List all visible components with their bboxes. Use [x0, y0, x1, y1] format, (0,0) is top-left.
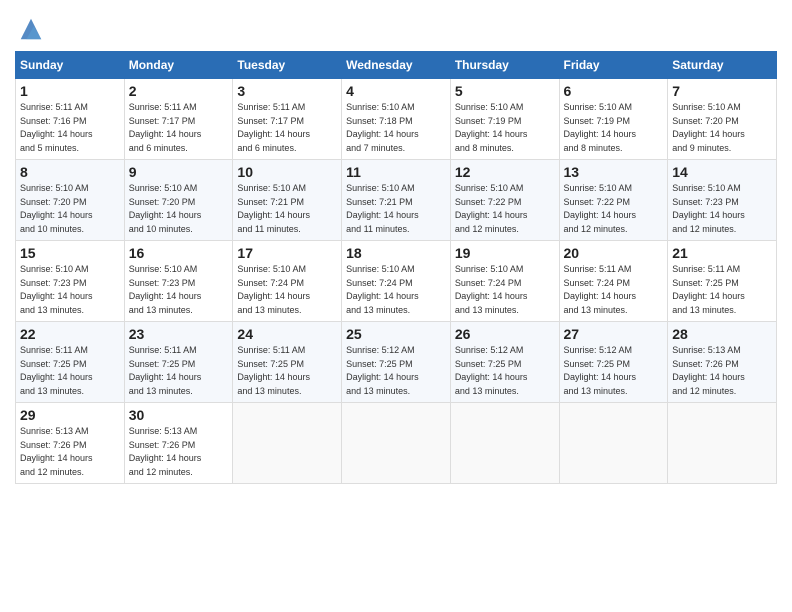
calendar-day-25: 25Sunrise: 5:12 AMSunset: 7:25 PMDayligh…	[342, 322, 451, 403]
empty-cell	[450, 403, 559, 484]
calendar-day-4: 4Sunrise: 5:10 AMSunset: 7:18 PMDaylight…	[342, 79, 451, 160]
calendar-day-6: 6Sunrise: 5:10 AMSunset: 7:19 PMDaylight…	[559, 79, 668, 160]
calendar-week-4: 22Sunrise: 5:11 AMSunset: 7:25 PMDayligh…	[16, 322, 777, 403]
calendar-day-27: 27Sunrise: 5:12 AMSunset: 7:25 PMDayligh…	[559, 322, 668, 403]
calendar-week-2: 8Sunrise: 5:10 AMSunset: 7:20 PMDaylight…	[16, 160, 777, 241]
calendar-day-19: 19Sunrise: 5:10 AMSunset: 7:24 PMDayligh…	[450, 241, 559, 322]
calendar-week-3: 15Sunrise: 5:10 AMSunset: 7:23 PMDayligh…	[16, 241, 777, 322]
page-header	[15, 15, 777, 43]
calendar-day-18: 18Sunrise: 5:10 AMSunset: 7:24 PMDayligh…	[342, 241, 451, 322]
calendar-day-15: 15Sunrise: 5:10 AMSunset: 7:23 PMDayligh…	[16, 241, 125, 322]
calendar-day-29: 29Sunrise: 5:13 AMSunset: 7:26 PMDayligh…	[16, 403, 125, 484]
calendar-day-16: 16Sunrise: 5:10 AMSunset: 7:23 PMDayligh…	[124, 241, 233, 322]
empty-cell	[668, 403, 777, 484]
column-header-sunday: Sunday	[16, 52, 125, 79]
calendar-header-row: SundayMondayTuesdayWednesdayThursdayFrid…	[16, 52, 777, 79]
calendar-day-21: 21Sunrise: 5:11 AMSunset: 7:25 PMDayligh…	[668, 241, 777, 322]
calendar-day-2: 2Sunrise: 5:11 AMSunset: 7:17 PMDaylight…	[124, 79, 233, 160]
calendar-day-13: 13Sunrise: 5:10 AMSunset: 7:22 PMDayligh…	[559, 160, 668, 241]
calendar-day-14: 14Sunrise: 5:10 AMSunset: 7:23 PMDayligh…	[668, 160, 777, 241]
calendar-day-17: 17Sunrise: 5:10 AMSunset: 7:24 PMDayligh…	[233, 241, 342, 322]
calendar-day-5: 5Sunrise: 5:10 AMSunset: 7:19 PMDaylight…	[450, 79, 559, 160]
column-header-monday: Monday	[124, 52, 233, 79]
calendar-day-1: 1Sunrise: 5:11 AMSunset: 7:16 PMDaylight…	[16, 79, 125, 160]
calendar-day-20: 20Sunrise: 5:11 AMSunset: 7:24 PMDayligh…	[559, 241, 668, 322]
calendar-day-9: 9Sunrise: 5:10 AMSunset: 7:20 PMDaylight…	[124, 160, 233, 241]
column-header-friday: Friday	[559, 52, 668, 79]
column-header-saturday: Saturday	[668, 52, 777, 79]
calendar-table: SundayMondayTuesdayWednesdayThursdayFrid…	[15, 51, 777, 484]
empty-cell	[559, 403, 668, 484]
calendar-day-26: 26Sunrise: 5:12 AMSunset: 7:25 PMDayligh…	[450, 322, 559, 403]
empty-cell	[342, 403, 451, 484]
calendar-day-8: 8Sunrise: 5:10 AMSunset: 7:20 PMDaylight…	[16, 160, 125, 241]
calendar-day-24: 24Sunrise: 5:11 AMSunset: 7:25 PMDayligh…	[233, 322, 342, 403]
column-header-thursday: Thursday	[450, 52, 559, 79]
column-header-tuesday: Tuesday	[233, 52, 342, 79]
calendar-day-22: 22Sunrise: 5:11 AMSunset: 7:25 PMDayligh…	[16, 322, 125, 403]
calendar-day-7: 7Sunrise: 5:10 AMSunset: 7:20 PMDaylight…	[668, 79, 777, 160]
calendar-day-11: 11Sunrise: 5:10 AMSunset: 7:21 PMDayligh…	[342, 160, 451, 241]
calendar-week-5: 29Sunrise: 5:13 AMSunset: 7:26 PMDayligh…	[16, 403, 777, 484]
calendar-day-23: 23Sunrise: 5:11 AMSunset: 7:25 PMDayligh…	[124, 322, 233, 403]
calendar-day-3: 3Sunrise: 5:11 AMSunset: 7:17 PMDaylight…	[233, 79, 342, 160]
calendar-day-30: 30Sunrise: 5:13 AMSunset: 7:26 PMDayligh…	[124, 403, 233, 484]
calendar-week-1: 1Sunrise: 5:11 AMSunset: 7:16 PMDaylight…	[16, 79, 777, 160]
column-header-wednesday: Wednesday	[342, 52, 451, 79]
logo-icon	[17, 15, 45, 43]
logo	[15, 15, 45, 43]
calendar-day-10: 10Sunrise: 5:10 AMSunset: 7:21 PMDayligh…	[233, 160, 342, 241]
calendar-day-28: 28Sunrise: 5:13 AMSunset: 7:26 PMDayligh…	[668, 322, 777, 403]
calendar-day-12: 12Sunrise: 5:10 AMSunset: 7:22 PMDayligh…	[450, 160, 559, 241]
empty-cell	[233, 403, 342, 484]
